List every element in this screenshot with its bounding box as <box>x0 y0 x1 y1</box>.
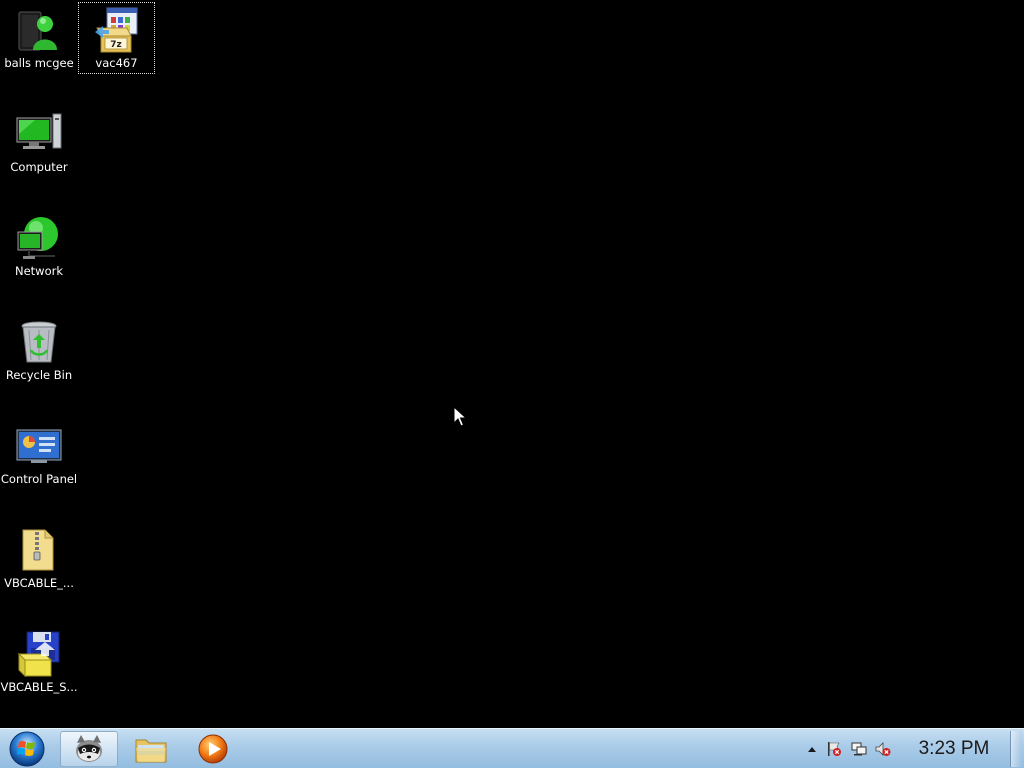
taskbar-windows-explorer-button[interactable] <box>122 731 180 767</box>
desktop-icon-label: vac467 <box>95 56 138 70</box>
taskbar-media-player-button[interactable] <box>184 731 242 767</box>
desktop-icon-label: Recycle Bin <box>5 368 73 382</box>
desktop-icon-balls-mcgee[interactable]: balls mcgee <box>0 2 78 70</box>
recycle-bin-icon <box>15 318 63 366</box>
desktop-icon-network[interactable]: Network <box>0 210 78 278</box>
flag-icon <box>828 742 841 756</box>
folder-icon <box>135 739 167 763</box>
desktop-icon-label: VBCABLE_... <box>4 576 74 590</box>
taskbar-clock[interactable]: 3:23 PM <box>906 729 1002 768</box>
user-folder-icon <box>15 6 63 54</box>
desktop-icon-control-panel[interactable]: Control Panel <box>0 418 78 486</box>
control-panel-icon <box>15 422 63 470</box>
taskbar-raccoon-app-button[interactable] <box>60 731 118 767</box>
desktop-icon-label: Computer <box>10 160 68 174</box>
network-icon <box>15 214 63 262</box>
7zip-archive-icon: 7z <box>93 6 141 54</box>
desktop-icon-computer[interactable]: Computer <box>0 106 78 174</box>
windows-start-orb-icon <box>9 731 45 767</box>
desktop-icon-label: VBCABLE_S... <box>0 680 78 694</box>
tray-show-hidden-button[interactable] <box>804 741 820 757</box>
computer-icon <box>15 110 63 158</box>
tray-action-center-button[interactable] <box>826 741 842 757</box>
raccoon-icon <box>76 735 102 762</box>
start-button[interactable] <box>4 730 50 768</box>
tray-network-button[interactable] <box>851 741 867 757</box>
mouse-cursor-icon <box>453 406 467 427</box>
speaker-muted-icon <box>875 742 891 756</box>
network-tray-icon <box>851 742 867 756</box>
desktop-icon-label: Network <box>14 264 64 278</box>
desktop-icon-vbcable-setup[interactable]: VBCABLE_S... <box>0 626 78 694</box>
svg-text:7z: 7z <box>110 40 122 50</box>
chevron-up-icon <box>808 747 816 752</box>
desktop-icon-label: balls mcgee <box>4 56 74 70</box>
show-desktop-button[interactable] <box>1010 731 1022 767</box>
desktop-icon-vbcable-zip[interactable]: VBCABLE_... <box>0 522 78 590</box>
desktop-icon-recycle-bin[interactable]: Recycle Bin <box>0 314 78 382</box>
setup-installer-icon <box>15 630 63 678</box>
zip-folder-icon <box>15 526 63 574</box>
play-icon <box>198 734 228 764</box>
tray-volume-button[interactable] <box>875 741 891 757</box>
desktop-icon-label: Control Panel <box>0 472 78 486</box>
desktop-icon-vac467[interactable]: 7z vac467 <box>78 2 155 74</box>
taskbar: 3:23 PM <box>0 728 1024 768</box>
